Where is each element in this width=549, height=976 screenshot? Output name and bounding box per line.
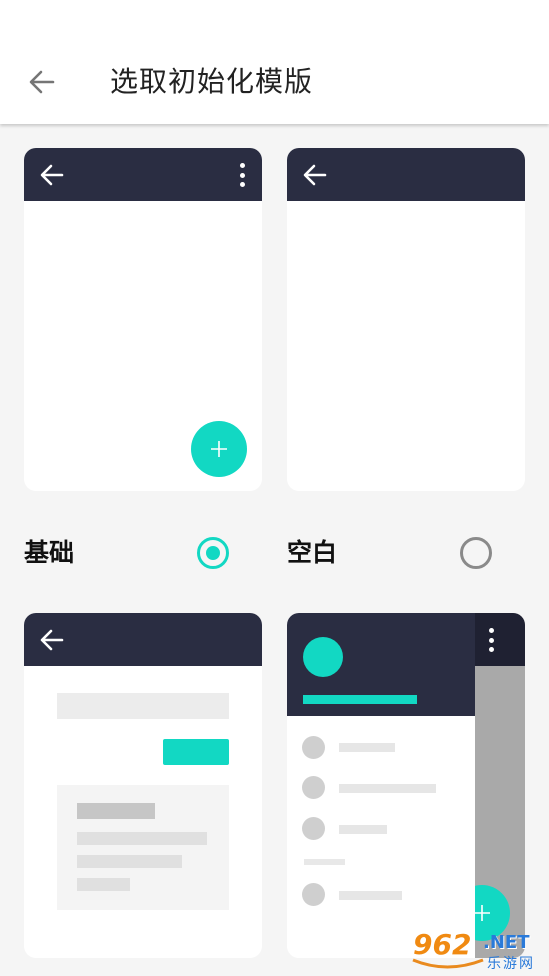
- drawer-scrim-toolbar: [475, 613, 525, 666]
- drawer-item-icon: [302, 817, 325, 840]
- drawer-item-line: [339, 825, 387, 834]
- arrow-left-icon: [40, 164, 64, 186]
- drawer-panel: [287, 613, 475, 958]
- template-label-blank: 空白: [287, 538, 338, 567]
- preview-toolbar: [24, 148, 262, 201]
- watermark-brand: 962: [413, 928, 472, 961]
- radio-basic[interactable]: [197, 537, 229, 569]
- plus-icon: [474, 905, 490, 921]
- drawer-divider: [304, 859, 345, 865]
- back-button[interactable]: [22, 62, 62, 102]
- page-title: 选取初始化模版: [110, 65, 314, 98]
- arrow-left-icon: [29, 70, 55, 94]
- template-preview-detail[interactable]: [24, 613, 262, 958]
- watermark-tld: .NET: [483, 932, 530, 953]
- arrow-left-icon: [40, 629, 64, 651]
- watermark-logo: 962 .NET 乐游网: [407, 928, 543, 972]
- watermark-sub: 乐游网: [487, 956, 535, 972]
- drawer-header: [287, 613, 475, 716]
- template-preview-basic[interactable]: [24, 148, 262, 491]
- placeholder-name-bar: [303, 695, 417, 704]
- placeholder-line: [77, 855, 182, 868]
- placeholder-panel: [57, 785, 229, 910]
- app-bar: 选取初始化模版: [0, 0, 549, 124]
- template-preview-drawer[interactable]: [287, 613, 525, 958]
- drawer-item-icon: [302, 736, 325, 759]
- template-label-basic: 基础: [24, 538, 75, 567]
- placeholder-button: [163, 739, 229, 765]
- avatar: [303, 637, 343, 677]
- placeholder-line: [77, 832, 207, 845]
- drawer-item-icon: [302, 883, 325, 906]
- drawer-item-line: [339, 743, 395, 752]
- arrow-left-icon: [303, 164, 327, 186]
- drawer-item-icon: [302, 776, 325, 799]
- plus-icon: [211, 441, 227, 457]
- fab-add-button: [191, 421, 247, 477]
- placeholder-bar: [57, 693, 229, 719]
- placeholder-line: [77, 878, 130, 891]
- more-vert-icon: [238, 163, 246, 187]
- radio-blank[interactable]: [460, 537, 492, 569]
- preview-toolbar: [24, 613, 262, 666]
- template-preview-blank[interactable]: [287, 148, 525, 491]
- more-vert-icon: [487, 628, 495, 652]
- drawer-item-line: [339, 784, 436, 793]
- preview-toolbar: [287, 148, 525, 201]
- drawer-item-line: [339, 891, 402, 900]
- placeholder-line: [77, 803, 155, 819]
